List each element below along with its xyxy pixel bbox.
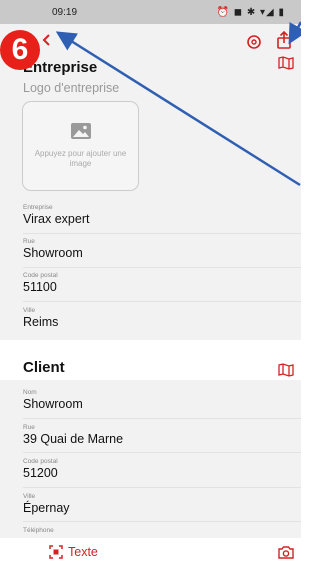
field-value-postal[interactable]: 51200 — [23, 466, 58, 480]
divider — [23, 267, 301, 268]
client-map-icon[interactable] — [278, 363, 294, 377]
text-scan-icon[interactable] — [49, 545, 63, 559]
divider — [23, 452, 301, 453]
field-value-city[interactable]: Reims — [23, 315, 58, 329]
field-value-company[interactable]: Virax expert — [23, 212, 89, 226]
logo-upload-box[interactable]: Appuyez pour ajouter une image — [22, 101, 139, 191]
step-number-badge: 6 — [0, 30, 40, 70]
settings-icon[interactable] — [246, 34, 262, 50]
share-icon[interactable] — [276, 31, 292, 49]
text-button[interactable]: Texte — [68, 545, 98, 559]
field-label-company: Entreprise — [23, 204, 53, 211]
status-icons: ⏰ ◼ ✱ ▾◢ ▮ — [216, 6, 285, 18]
logo-label: Logo d'entreprise — [23, 81, 120, 95]
divider — [23, 521, 301, 522]
field-label-street: Rue — [23, 424, 35, 431]
field-value-street[interactable]: 39 Quai de Marne — [23, 432, 123, 446]
bottom-bar — [0, 540, 301, 561]
camera-icon[interactable] — [278, 545, 294, 559]
field-value-postal[interactable]: 51100 — [23, 280, 57, 294]
logo-upload-hint: Appuyez pour ajouter une image — [34, 149, 127, 168]
company-map-icon[interactable] — [278, 56, 294, 70]
field-label-name: Nom — [23, 389, 37, 396]
image-icon — [71, 123, 91, 139]
field-label-city: Ville — [23, 493, 36, 500]
client-title: Client — [23, 359, 65, 376]
status-bar: 09:19 ⏰ ◼ ✱ ▾◢ ▮ — [0, 0, 301, 24]
divider — [23, 301, 301, 302]
status-time: 09:19 — [52, 6, 78, 18]
divider — [23, 233, 301, 234]
field-label-postal: Code postal — [23, 272, 58, 279]
field-label-phone: Téléphone — [23, 527, 54, 534]
field-label-street: Rue — [23, 238, 35, 245]
back-arrow-icon[interactable] — [40, 33, 54, 47]
field-value-street[interactable]: Showroom — [23, 246, 83, 260]
field-value-city[interactable]: Épernay — [23, 501, 70, 515]
divider — [23, 487, 301, 488]
field-value-name[interactable]: Showroom — [23, 397, 83, 411]
field-label-city: Ville — [23, 307, 36, 314]
field-label-postal: Code postal — [23, 458, 58, 465]
divider — [23, 418, 301, 419]
